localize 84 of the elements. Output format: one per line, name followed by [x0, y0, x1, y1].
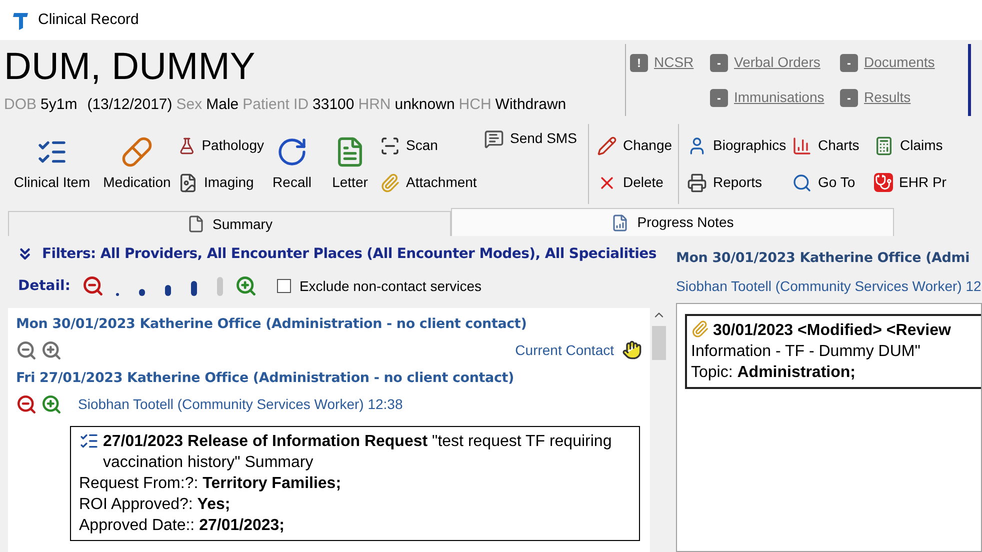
encounter-heading[interactable]: Mon 30/01/2023 Katherine Office (Administration - no client contact) — [16, 314, 650, 336]
toolbar-button[interactable]: Scan — [380, 135, 484, 156]
note-text: ROI Approved?: Yes; — [79, 495, 230, 515]
detail-level-marker[interactable] — [165, 285, 172, 296]
checkbox-label: Exclude non-contact services — [299, 276, 482, 296]
toolbar-button[interactable]: Pathology — [178, 135, 264, 156]
provider-text: Siobhan Tootell (Community Services Worker) 12:38 — [78, 394, 403, 414]
detail-level-marker[interactable] — [217, 277, 224, 296]
field-label: HRN — [358, 95, 391, 115]
toolbar-button[interactable]: Clinical Item — [8, 136, 96, 192]
status-badge: - — [710, 88, 728, 106]
header-link[interactable]: - Results — [840, 87, 970, 108]
note-text: Information - TF - Dummy DUM" — [691, 342, 920, 362]
toolbar-button[interactable]: Delete — [597, 172, 678, 193]
zoom-out-icon[interactable] — [16, 394, 37, 414]
toolbar-button[interactable]: Recall — [264, 136, 320, 192]
app-logo-icon — [12, 10, 30, 30]
note-text: Request From:?: Territory Families; — [79, 474, 342, 494]
field-label: DOB — [4, 95, 37, 115]
note-text: 27/01/2023 Release of Information Request "test request TF requiring vaccination history" Summary — [103, 432, 613, 473]
field-value: (13/12/2017) — [87, 95, 172, 115]
encounter-heading[interactable]: Mon 30/01/2023 Katherine Office (Admi — [676, 248, 982, 268]
calculator-icon — [874, 136, 894, 156]
header-link[interactable]: ! NCSR — [630, 52, 710, 73]
toolbar-button[interactable]: EHR Pr — [874, 172, 954, 193]
header-link[interactable]: - Immunisations — [710, 87, 840, 108]
field-value: Male — [206, 95, 239, 115]
field-value: 5y1m — [40, 95, 78, 115]
patient-name: DUM, DUMMY — [4, 45, 256, 90]
window-title: Clinical Record — [38, 10, 139, 30]
note-text: 30/01/2023 <Modified> <Review — [713, 321, 951, 342]
toolbar-button[interactable]: Attachment — [380, 172, 484, 193]
paperclip-icon — [691, 320, 709, 338]
printer-icon — [687, 172, 707, 192]
circular-arrow-icon — [276, 136, 308, 168]
status-badge: - — [840, 54, 858, 72]
report-icon — [611, 214, 630, 232]
provider-text: Siobhan Tootell (Community Services Worker) 12 — [676, 277, 982, 296]
toolbar-button[interactable]: Letter — [320, 136, 380, 192]
toolbar-button[interactable]: Go To — [792, 172, 874, 193]
note-text: Topic: Administration; — [691, 363, 856, 384]
toolbar-button[interactable]: Biographics — [687, 135, 792, 156]
header-link[interactable]: - Verbal Orders — [710, 52, 840, 73]
detail-level-marker[interactable] — [139, 289, 146, 296]
toolbar-button[interactable]: Claims — [874, 135, 954, 156]
bar-chart-icon — [792, 136, 812, 156]
paperclip-icon — [380, 172, 400, 192]
zoom-out-icon[interactable] — [16, 340, 37, 360]
status-badge: - — [710, 54, 728, 72]
note-text: Approved Date:: 27/01/2023; — [79, 516, 284, 536]
zoom-in-icon[interactable] — [41, 394, 62, 414]
checkbox[interactable] — [277, 279, 292, 293]
current-contact-label: Current Contact — [515, 340, 614, 360]
pencil-icon — [597, 136, 617, 156]
tab[interactable]: Summary — [8, 211, 451, 236]
panel-edge — [968, 44, 971, 116]
header-link[interactable]: - Documents — [840, 52, 970, 73]
detail-level-marker[interactable] — [191, 281, 198, 296]
field-value: Withdrawn — [495, 95, 566, 115]
filters-label[interactable]: Filters: All Providers, All Encounter Places (All Encounter Modes), All Specialities — [42, 244, 656, 264]
sms-icon — [484, 128, 504, 148]
detail-level-marker[interactable] — [116, 293, 120, 296]
zoom-in-icon[interactable] — [235, 275, 258, 297]
search-icon — [792, 172, 812, 192]
status-badge: - — [840, 88, 858, 106]
zoom-out-icon[interactable] — [82, 275, 104, 297]
zoom-in-icon[interactable] — [41, 340, 62, 360]
toolbar-button[interactable]: Reports — [687, 172, 792, 193]
toolbar-button[interactable]: Medication — [96, 136, 178, 192]
document-icon — [186, 215, 205, 233]
tab[interactable]: Progress Notes — [451, 208, 894, 236]
field-label: Patient ID — [242, 95, 309, 115]
field-value: unknown — [394, 95, 455, 115]
toolbar-button[interactable]: Charts — [792, 135, 874, 156]
toolbar-button[interactable]: Send SMS — [484, 128, 588, 149]
scrollbar-thumb[interactable] — [652, 326, 666, 360]
detail-label: Detail: — [18, 276, 70, 296]
toolbar-button[interactable]: Change — [597, 135, 678, 156]
status-badge: ! — [630, 54, 648, 72]
field-value: 33100 — [312, 95, 354, 115]
field-label: HCH — [458, 95, 492, 115]
encounter-heading[interactable]: Fri 27/01/2023 Katherine Office (Administration - no client contact) — [16, 368, 650, 390]
toolbar-button[interactable]: Imaging — [178, 172, 264, 193]
field-label: Sex — [176, 95, 202, 115]
